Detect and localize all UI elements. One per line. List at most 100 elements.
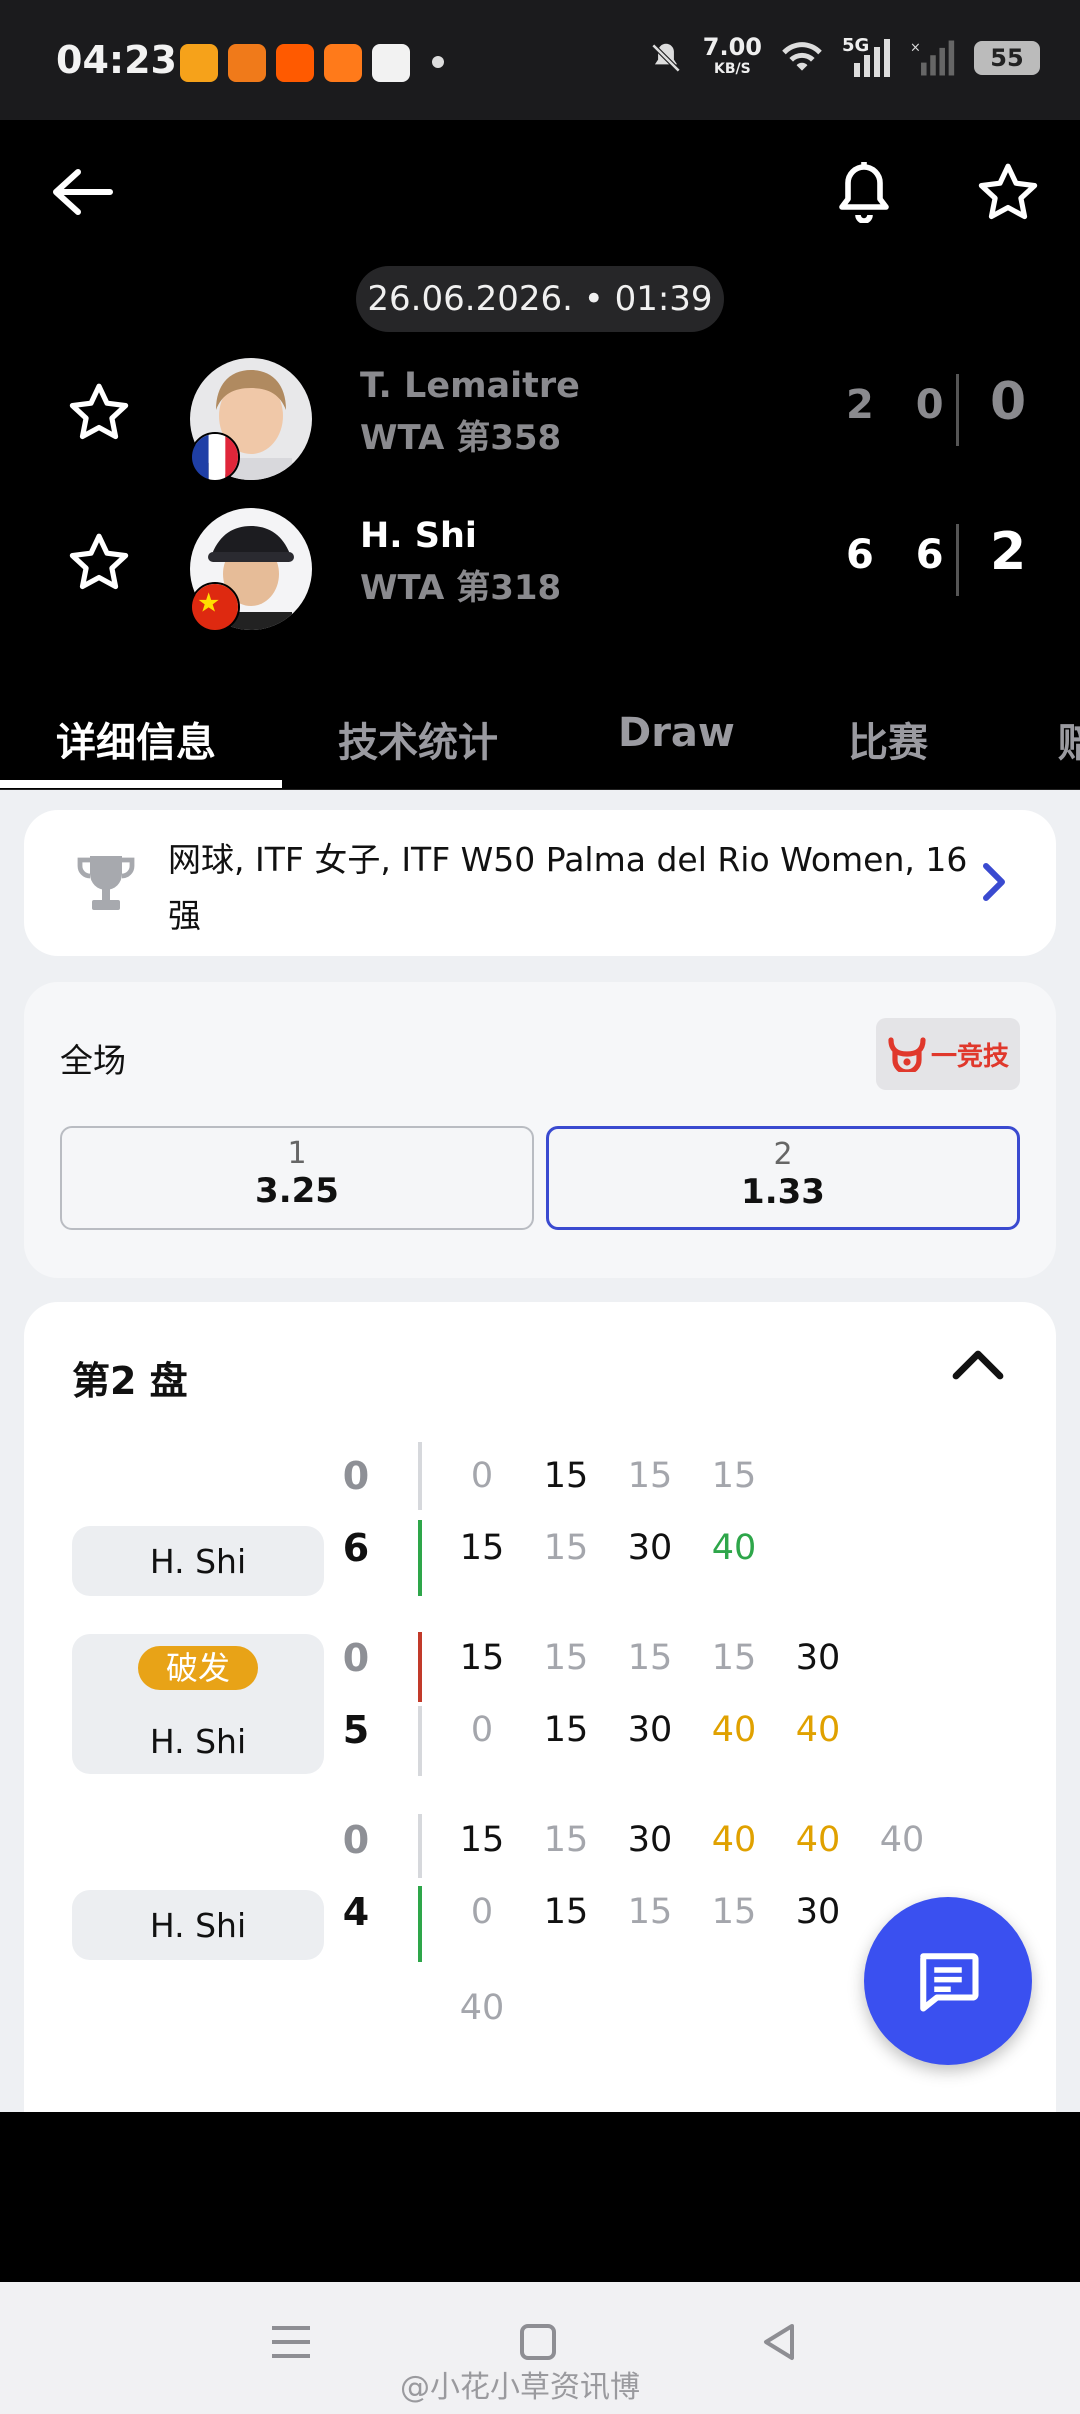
player-rank: WTA 第358 bbox=[360, 418, 562, 458]
tab-details[interactable]: 详细信息 bbox=[56, 710, 216, 768]
point: 15 bbox=[711, 1456, 757, 1496]
system-navigation-bar: @小花小草资讯博 bbox=[0, 2282, 1080, 2414]
notification-button[interactable] bbox=[824, 152, 904, 232]
home-square-icon[interactable] bbox=[518, 2322, 558, 2362]
set-scores: 2 0 bbox=[846, 382, 958, 428]
signal-5g-icon: 5G bbox=[842, 35, 892, 77]
star-icon[interactable] bbox=[68, 382, 130, 442]
tab-odds[interactable]: 赔 bbox=[1058, 710, 1080, 768]
bottom-blank-area bbox=[0, 2112, 1080, 2282]
point: 0 bbox=[470, 1456, 494, 1496]
mute-bell-icon bbox=[649, 42, 682, 74]
bell-icon bbox=[839, 162, 889, 223]
point: 15 bbox=[543, 1820, 589, 1860]
tab-bar: 详细信息 技术统计 Draw 比赛 赔 bbox=[0, 680, 1080, 790]
break-badge: 破发 bbox=[138, 1646, 258, 1690]
game-score-top: 0 bbox=[342, 1636, 370, 1680]
point: 30 bbox=[795, 1638, 841, 1678]
point: 40 bbox=[879, 1820, 925, 1860]
server-pill: H. Shi bbox=[72, 1526, 324, 1596]
network-speed: 7.00 KB/S bbox=[702, 33, 762, 77]
competition-card[interactable]: 网球, ITF 女子, ITF W50 Palma del Rio Women,… bbox=[24, 810, 1056, 956]
svg-text:×: × bbox=[910, 41, 921, 56]
server-name: H. Shi bbox=[149, 1542, 247, 1581]
player-name: T. Lemaitre bbox=[360, 366, 580, 406]
point: 0 bbox=[470, 1892, 494, 1932]
point: 15 bbox=[627, 1638, 673, 1678]
tab-matches[interactable]: 比赛 bbox=[848, 710, 928, 768]
competition-info: 网球, ITF 女子, ITF W50 Palma del Rio Women,… bbox=[168, 840, 968, 935]
game-row: H. Shi 0 6 0 15 15 15 15 15 30 40 bbox=[24, 1442, 1056, 1596]
app-store-icon bbox=[228, 44, 266, 82]
active-tab-indicator bbox=[0, 780, 282, 788]
sets-won: 2 bbox=[990, 522, 1027, 582]
serve-bar bbox=[418, 1442, 422, 1510]
game-score-top: 0 bbox=[342, 1454, 370, 1498]
taobao-icon bbox=[276, 44, 314, 82]
server-pill: 破发 H. Shi bbox=[72, 1634, 324, 1774]
server-name: H. Shi bbox=[149, 1906, 247, 1945]
game-score-top: 0 bbox=[342, 1818, 370, 1862]
odds-card: 全场 一竞技 1 3.25 2 1.33 bbox=[24, 982, 1056, 1278]
weibo-icon bbox=[180, 44, 218, 82]
menu-icon[interactable] bbox=[270, 2322, 312, 2362]
match-header: 26.06.2026. • 01:39 T. Lemaitre WTA 第358… bbox=[0, 120, 1080, 790]
game-row: 破发 H. Shi 0 5 15 15 15 15 30 0 15 30 40 … bbox=[24, 1622, 1056, 1776]
star-icon[interactable] bbox=[68, 532, 130, 592]
point: 15 bbox=[711, 1892, 757, 1932]
player-row-shi[interactable]: H. Shi WTA 第318 6 6 2 bbox=[0, 502, 1080, 632]
point: 0 bbox=[470, 1710, 494, 1750]
star-icon bbox=[978, 163, 1038, 220]
point: 30 bbox=[627, 1710, 673, 1750]
odds-market-title: 全场 bbox=[60, 1041, 126, 1080]
bookmaker-logo[interactable]: 一竞技 bbox=[876, 1018, 1020, 1090]
point: 15 bbox=[543, 1710, 589, 1750]
point: 40 bbox=[795, 1820, 841, 1860]
score-divider bbox=[956, 374, 959, 446]
point: 30 bbox=[795, 1892, 841, 1932]
point: 40 bbox=[711, 1528, 757, 1568]
photos-icon bbox=[372, 44, 410, 82]
favorite-match-button[interactable] bbox=[968, 152, 1048, 232]
tab-stats[interactable]: 技术统计 bbox=[338, 710, 498, 768]
back-button[interactable] bbox=[42, 152, 122, 232]
point: 15 bbox=[711, 1638, 757, 1678]
match-datetime: 26.06.2026. • 01:39 bbox=[356, 266, 724, 332]
point: 15 bbox=[543, 1892, 589, 1932]
odds-option-away[interactable]: 2 1.33 bbox=[546, 1126, 1020, 1230]
point: 15 bbox=[459, 1528, 505, 1568]
point: 40 bbox=[459, 1988, 505, 2028]
point: 40 bbox=[711, 1710, 757, 1750]
watermark-text: @小花小草资讯博 bbox=[400, 2370, 640, 2405]
player-row-lemaitre[interactable]: T. Lemaitre WTA 第358 2 0 0 bbox=[0, 352, 1080, 482]
point: 15 bbox=[627, 1892, 673, 1932]
battery-indicator: 55 bbox=[974, 41, 1040, 75]
point: 15 bbox=[459, 1820, 505, 1860]
point: 30 bbox=[627, 1820, 673, 1860]
point: 15 bbox=[543, 1528, 589, 1568]
point: 15 bbox=[543, 1638, 589, 1678]
set-title: 第2 盘 bbox=[72, 1359, 188, 1403]
china-flag-icon bbox=[190, 582, 240, 632]
odds-option-home[interactable]: 1 3.25 bbox=[60, 1126, 534, 1230]
tab-draw[interactable]: Draw bbox=[618, 710, 735, 756]
france-flag-icon bbox=[190, 432, 240, 482]
back-triangle-icon[interactable] bbox=[760, 2322, 798, 2362]
server-pill: H. Shi bbox=[72, 1890, 324, 1960]
point: 15 bbox=[543, 1456, 589, 1496]
chevron-right-icon bbox=[983, 863, 1005, 901]
point: 15 bbox=[459, 1638, 505, 1678]
chat-fab-button[interactable] bbox=[864, 1897, 1032, 2065]
chevron-up-icon[interactable] bbox=[952, 1348, 1004, 1380]
point: 40 bbox=[795, 1710, 841, 1750]
server-name: H. Shi bbox=[149, 1722, 247, 1761]
break-bar bbox=[418, 1632, 422, 1702]
set-scores: 6 6 bbox=[846, 532, 958, 578]
status-time: 04:23 bbox=[56, 38, 177, 82]
game-score-bottom: 6 bbox=[342, 1526, 370, 1570]
arrow-left-icon bbox=[53, 169, 113, 215]
trophy-icon bbox=[77, 856, 135, 910]
serve-bar bbox=[418, 1814, 422, 1878]
game-score-bottom: 4 bbox=[342, 1890, 370, 1934]
serve-bar-active bbox=[418, 1886, 422, 1962]
